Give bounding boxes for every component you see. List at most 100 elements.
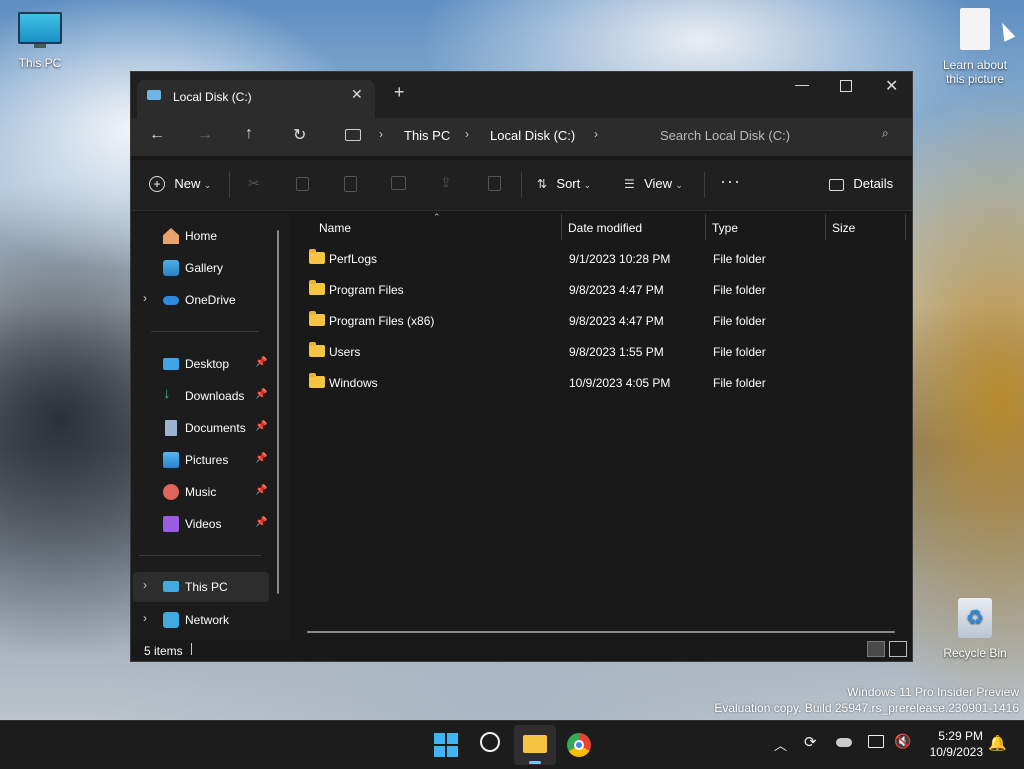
paste-icon[interactable]: [344, 176, 357, 192]
chevron-right-icon[interactable]: ›: [143, 291, 147, 305]
column-header-name[interactable]: Name: [319, 221, 351, 235]
nav-item-pictures[interactable]: Pictures 📌: [131, 446, 287, 474]
close-window-icon[interactable]: ✕: [885, 76, 898, 96]
view-button[interactable]: ☰ View ⌄: [624, 176, 683, 191]
refresh-icon[interactable]: ↻: [293, 125, 306, 145]
drive-icon: [147, 90, 161, 100]
folder-icon: [523, 735, 547, 753]
table-row[interactable]: Program Files 9/8/2023 4:47 PM File fold…: [309, 276, 899, 304]
more-options-icon[interactable]: ···: [720, 171, 741, 192]
column-header-type[interactable]: Type: [712, 221, 738, 235]
network-status-icon[interactable]: [868, 735, 884, 748]
nav-item-music[interactable]: Music 📌: [131, 478, 287, 506]
chevron-right-icon[interactable]: ›: [143, 611, 147, 625]
details-button[interactable]: Details: [829, 176, 893, 191]
table-row[interactable]: Program Files (x86) 9/8/2023 4:47 PM Fil…: [309, 307, 899, 335]
table-row[interactable]: Windows 10/9/2023 4:05 PM File folder: [309, 369, 899, 397]
show-hidden-icons-icon[interactable]: ︿: [774, 735, 787, 754]
details-view-icon[interactable]: [867, 641, 885, 657]
pin-icon[interactable]: 📌: [255, 517, 267, 528]
folder-icon: [309, 249, 325, 264]
pc-icon: [163, 581, 179, 592]
desktop-folder-icon: [163, 358, 179, 370]
item-count: 5 items: [144, 644, 183, 658]
update-icon[interactable]: ⟳: [804, 733, 817, 751]
file-explorer-window: Local Disk (C:) ✕ + — ✕ ← → ↑ ↻ › This P…: [130, 71, 913, 662]
table-row[interactable]: Users 9/8/2023 1:55 PM File folder: [309, 338, 899, 366]
details-label: Details: [853, 176, 894, 191]
copy-icon[interactable]: [296, 177, 309, 191]
file-type: File folder: [713, 376, 766, 390]
desktop-icon-label: Learn about this picture: [942, 58, 1008, 86]
file-type: File folder: [713, 314, 766, 328]
nav-item-network[interactable]: › Network: [131, 606, 287, 634]
search-icon[interactable]: [480, 732, 500, 752]
nav-scrollbar[interactable]: [277, 230, 279, 594]
column-header-size[interactable]: Size: [832, 221, 855, 235]
chevron-right-icon[interactable]: ›: [143, 578, 147, 592]
title-bar: Local Disk (C:) ✕ + — ✕: [131, 72, 912, 118]
file-name: Program Files: [329, 283, 404, 297]
desktop-icon-learn-picture[interactable]: Learn about this picture: [938, 8, 1012, 86]
watermark-edition: Windows 11 Pro Insider Preview: [847, 685, 1019, 699]
delete-icon[interactable]: [488, 176, 501, 191]
notification-bell-icon[interactable]: 🔔: [988, 734, 1007, 752]
folder-icon: [309, 373, 325, 388]
breadcrumb[interactable]: › This PC › Local Disk (C:) ›: [331, 120, 636, 150]
horizontal-scrollbar[interactable]: [307, 631, 895, 633]
breadcrumb-local-disk[interactable]: Local Disk (C:): [490, 128, 575, 143]
cut-icon[interactable]: ✂: [248, 175, 260, 192]
nav-item-videos[interactable]: Videos 📌: [131, 510, 287, 538]
volume-muted-icon[interactable]: 🔇: [894, 733, 911, 750]
pin-icon[interactable]: 📌: [255, 421, 267, 432]
breadcrumb-chevron-icon[interactable]: ›: [594, 127, 598, 141]
desktop-icon-recycle-bin[interactable]: ♻ Recycle Bin: [940, 598, 1010, 660]
file-date: 9/8/2023 4:47 PM: [569, 283, 664, 297]
pin-icon[interactable]: 📌: [255, 357, 267, 368]
clock-time[interactable]: 5:29 PM: [935, 729, 983, 743]
folder-icon: [309, 342, 325, 357]
clock-date[interactable]: 10/9/2023: [920, 745, 983, 759]
desktop-icon-this-pc[interactable]: This PC: [12, 12, 68, 70]
column-header-date[interactable]: Date modified: [568, 221, 642, 235]
breadcrumb-chevron-icon[interactable]: ›: [465, 127, 469, 141]
search-box[interactable]: Search Local Disk (C:) ⌕: [646, 120, 908, 150]
nav-item-home[interactable]: Home: [131, 222, 287, 250]
nav-item-onedrive[interactable]: › OneDrive: [131, 286, 287, 314]
nav-item-this-pc[interactable]: › This PC: [133, 572, 269, 602]
file-date: 9/8/2023 4:47 PM: [569, 314, 664, 328]
tiles-view-icon[interactable]: [889, 641, 907, 657]
pin-icon[interactable]: 📌: [255, 389, 267, 400]
pin-icon[interactable]: 📌: [255, 485, 267, 496]
minimize-icon[interactable]: —: [795, 76, 809, 92]
file-explorer-taskbar-button[interactable]: [514, 725, 556, 765]
breadcrumb-this-pc[interactable]: This PC: [404, 128, 450, 143]
document-icon: [960, 8, 990, 50]
close-tab-icon[interactable]: ✕: [351, 86, 363, 103]
onedrive-status-icon[interactable]: [836, 738, 852, 747]
maximize-icon[interactable]: [840, 80, 852, 92]
file-name: Users: [329, 345, 361, 359]
nav-item-documents[interactable]: Documents 📌: [131, 414, 287, 442]
breadcrumb-chevron-icon[interactable]: ›: [379, 127, 383, 141]
back-arrow-icon[interactable]: ←: [149, 126, 165, 144]
new-button[interactable]: + New ⌄: [149, 176, 211, 192]
nav-item-downloads[interactable]: ↓ Downloads 📌: [131, 382, 287, 410]
navigation-pane: Home Gallery › OneDrive Desktop 📌 ↓ Down…: [131, 214, 289, 640]
nav-item-gallery[interactable]: Gallery: [131, 254, 287, 282]
command-bar: + New ⌄ ✂ ⇪ ⇅ Sort ⌄ ☰ View ⌄ ··· Detail…: [131, 160, 912, 211]
table-row[interactable]: PerfLogs 9/1/2023 10:28 PM File folder: [309, 245, 899, 273]
file-date: 9/8/2023 1:55 PM: [569, 345, 664, 359]
start-button[interactable]: [434, 733, 458, 757]
forward-arrow-icon[interactable]: →: [197, 126, 213, 144]
share-icon[interactable]: ⇪: [440, 174, 452, 191]
search-input[interactable]: Search Local Disk (C:): [660, 128, 790, 143]
pin-icon[interactable]: 📌: [255, 453, 267, 464]
up-arrow-icon[interactable]: ↑: [245, 125, 253, 143]
new-tab-icon[interactable]: +: [394, 82, 405, 103]
sort-button[interactable]: ⇅ Sort ⌄: [537, 176, 591, 191]
tab-local-disk[interactable]: Local Disk (C:) ✕: [137, 80, 375, 118]
nav-item-desktop[interactable]: Desktop 📌: [131, 350, 287, 378]
download-icon: ↓: [163, 385, 171, 402]
rename-icon[interactable]: [391, 176, 406, 190]
